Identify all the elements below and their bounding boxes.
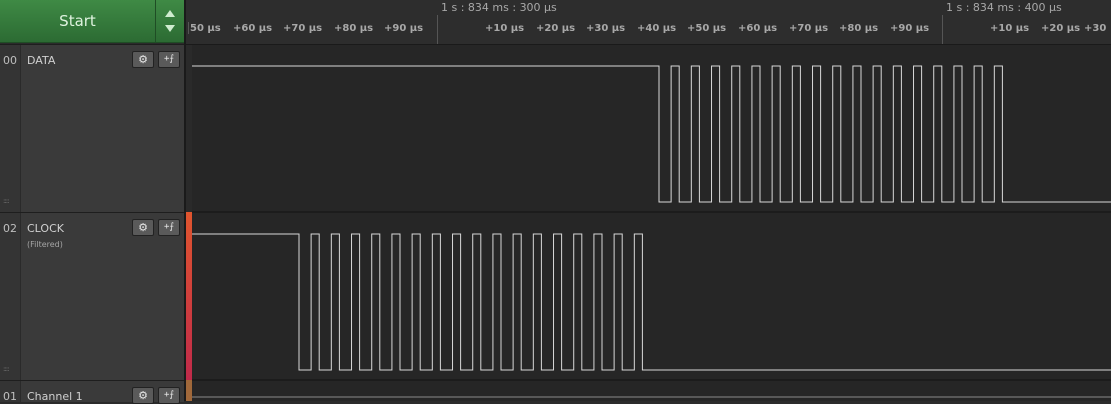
tick-label: +10 µs	[485, 23, 525, 34]
gear-icon[interactable]: ⚙	[132, 51, 154, 68]
tick-label: +60 µs	[233, 23, 273, 34]
tick-label: +80 µs	[334, 23, 374, 34]
drag-handle-icon[interactable]: ::::	[3, 197, 10, 205]
clock-signal-trace	[192, 233, 1111, 371]
timeline-ruler[interactable]: 1 s : 834 ms : 300 µs 1 s : 834 ms : 400…	[186, 0, 1111, 45]
drag-handle-icon[interactable]: ::::	[3, 365, 10, 373]
minor-tick-line	[188, 22, 189, 34]
tick-label: +80 µs	[839, 23, 879, 34]
trigger-edge-icon[interactable]: +⨍	[158, 219, 180, 236]
channel-name[interactable]: DATA	[27, 54, 55, 67]
tick-label: +50 µs	[687, 23, 727, 34]
tick-label: +20 µs	[1041, 23, 1081, 34]
absolute-time-label: 1 s : 834 ms : 400 µs	[946, 1, 1062, 14]
tick-label: +20 µs	[536, 23, 576, 34]
channel-panel-clock: 02 CLOCK (Filtered) ⚙ +⨍ ::::	[0, 212, 184, 381]
trigger-edge-icon[interactable]: +⨍	[158, 51, 180, 68]
start-button[interactable]: Start	[0, 0, 156, 43]
waveform-canvas[interactable]	[192, 45, 1111, 401]
channel-panel-data: 00 DATA ⚙ +⨍ ::::	[0, 44, 184, 213]
channel-name[interactable]: CLOCK	[27, 222, 64, 235]
tick-label: +70 µs	[789, 23, 829, 34]
channel-number-column	[0, 45, 21, 213]
tick-label: +30 µs	[586, 23, 626, 34]
major-tick-line	[437, 15, 438, 44]
channel-subtitle: (Filtered)	[27, 240, 63, 249]
absolute-time-label: 1 s : 834 ms : 300 µs	[441, 1, 557, 14]
gear-icon[interactable]: ⚙	[132, 387, 154, 404]
tick-label: +30	[1084, 23, 1107, 34]
tick-label: +10 µs	[990, 23, 1030, 34]
tick-label: +40 µs	[637, 23, 677, 34]
tick-label: +90 µs	[890, 23, 930, 34]
start-options-arrows[interactable]	[156, 0, 184, 43]
channel-panel-channel1: 01 Channel 1 ⚙ +⨍	[0, 380, 184, 404]
triangle-up-icon[interactable]	[165, 10, 175, 17]
major-tick-line	[942, 15, 943, 44]
tick-label: +60 µs	[738, 23, 778, 34]
trigger-edge-icon[interactable]: +⨍	[158, 387, 180, 404]
channel-number: 01	[3, 390, 17, 403]
channel-number: 02	[3, 222, 17, 235]
tick-label: 50 µs	[190, 23, 221, 34]
data-signal-trace	[192, 65, 1111, 203]
gear-icon[interactable]: ⚙	[132, 219, 154, 236]
triangle-down-icon[interactable]	[165, 25, 175, 32]
tick-label: +70 µs	[283, 23, 323, 34]
channel-number: 00	[3, 54, 17, 67]
channel-number-column	[0, 213, 21, 381]
channel-name[interactable]: Channel 1	[27, 390, 83, 403]
tick-label: +90 µs	[384, 23, 424, 34]
waveform-area[interactable]	[192, 45, 1111, 401]
